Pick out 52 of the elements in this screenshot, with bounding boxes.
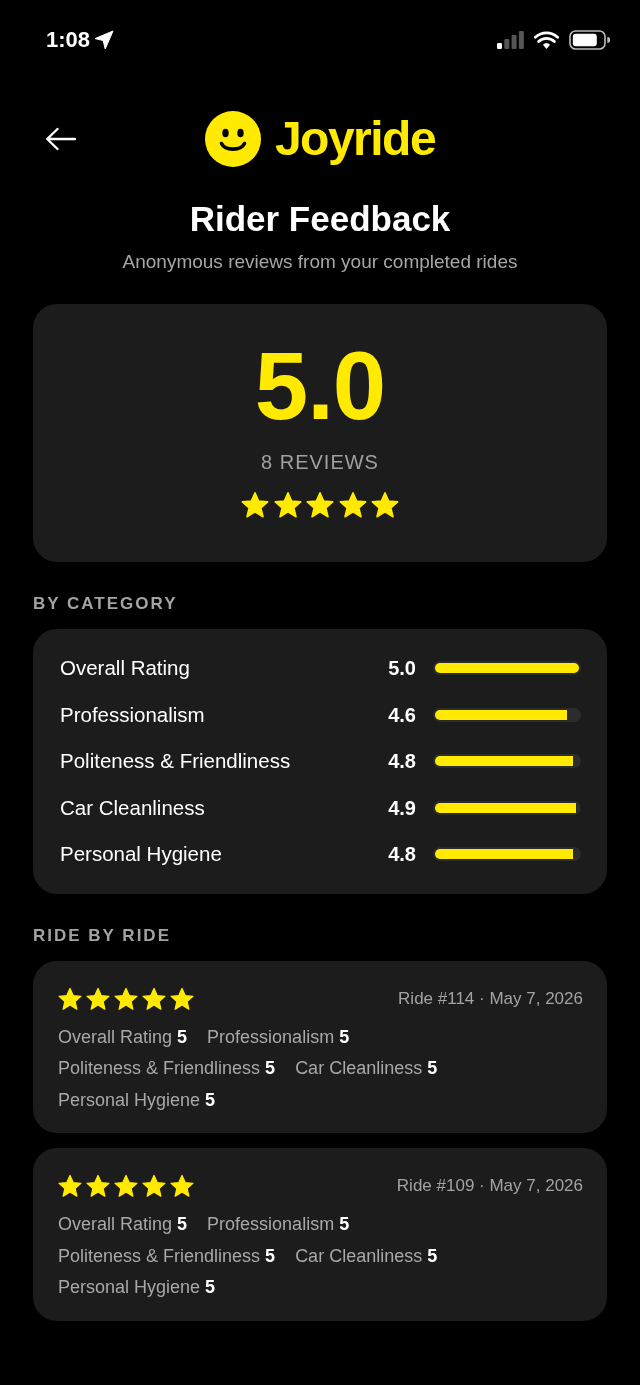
brand-name: Joyride <box>274 111 436 167</box>
smiley-icon <box>204 111 261 167</box>
star-icon <box>338 491 367 519</box>
star-icon <box>273 491 302 519</box>
rating-item: Overall Rating 5 <box>58 1025 188 1049</box>
rating-item: Car Cleanliness 5 <box>295 1244 438 1268</box>
star-icon <box>58 986 82 1011</box>
rating-item: Politeness & Friendliness 5 <box>58 1244 276 1268</box>
star-icon <box>114 1174 138 1198</box>
category-name: Car Cleanliness <box>60 794 206 821</box>
wifi-icon <box>534 31 559 49</box>
rating-item: Personal Hygiene 5 <box>58 1088 216 1112</box>
star-icon <box>170 1174 194 1198</box>
category-score: 5.0 <box>388 656 416 682</box>
back-button[interactable] <box>45 127 76 151</box>
category-name: Politeness & Friendliness <box>60 748 292 775</box>
star-icon <box>86 986 110 1011</box>
star-icon <box>142 986 166 1011</box>
page-subtitle: Anonymous reviews from your completed rides <box>122 250 518 274</box>
back-arrow-icon <box>45 127 76 151</box>
rating-item: Overall Rating 5 <box>58 1213 188 1236</box>
category-name: Overall Rating <box>60 655 191 682</box>
star-icon <box>142 1174 166 1198</box>
review-count: 8 REVIEWS <box>261 450 379 474</box>
star-icon <box>241 491 269 519</box>
star-icon <box>58 1174 82 1198</box>
category-name: Professionalism <box>60 701 206 728</box>
star-icon <box>371 491 399 519</box>
rating-item: Personal Hygiene 5 <box>58 1276 216 1299</box>
star-icon <box>86 1174 110 1198</box>
battery-icon <box>569 30 610 50</box>
section-heading: BY CATEGORY <box>33 594 178 614</box>
signal-icon <box>497 31 524 49</box>
rating-item: Car Cleanliness 5 <box>295 1057 438 1080</box>
ride-info: Ride #109 · May 7, 2026 <box>396 1175 583 1197</box>
category-score: 4.8 <box>388 842 416 868</box>
star-icon <box>306 491 334 519</box>
average-score: 5.0 <box>254 338 386 434</box>
rating-item: Professionalism 5 <box>207 1025 350 1049</box>
status-time: 1:08 <box>46 27 91 53</box>
ride-info: Ride #114 · May 7, 2026 <box>398 987 583 1010</box>
rating-item: Politeness & Friendliness 5 <box>58 1057 276 1080</box>
star-icon <box>114 986 138 1011</box>
star-icon <box>170 986 194 1011</box>
category-score: 4.9 <box>388 795 416 821</box>
category-score: 4.6 <box>388 702 416 728</box>
page-title: Rider Feedback <box>189 198 451 240</box>
section-heading: RIDE BY RIDE <box>33 925 171 946</box>
category-score: 4.8 <box>388 749 416 775</box>
category-name: Personal Hygiene <box>60 841 223 868</box>
rating-item: Professionalism 5 <box>207 1213 350 1236</box>
location-arrow-icon <box>94 30 115 50</box>
